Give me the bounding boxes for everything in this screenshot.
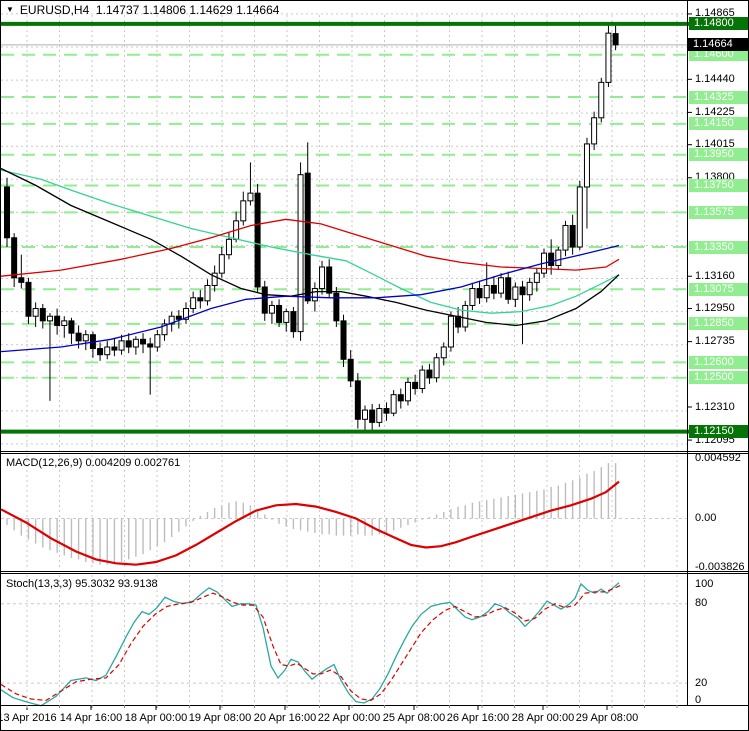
candle-body: [340, 320, 347, 360]
chart-window: ▼ EURUSD,H4 1.14737 1.14806 1.14629 1.146…: [0, 0, 749, 731]
candle-body: [11, 237, 18, 279]
candle-body: [39, 308, 46, 322]
candle-body: [598, 81, 605, 119]
candle-body: [519, 286, 526, 296]
candle-body: [268, 304, 275, 314]
candle-body: [82, 334, 89, 342]
candle-body: [555, 249, 562, 266]
candle-body: [218, 254, 225, 274]
candle-body: [390, 394, 397, 414]
candle-body: [18, 277, 25, 283]
candle-body: [369, 409, 376, 423]
candle-body: [498, 277, 505, 294]
candle-body: [4, 186, 10, 239]
candle-body: [591, 117, 598, 145]
candle-body: [605, 32, 612, 83]
candle-body: [204, 284, 211, 302]
candle-body: [140, 338, 147, 345]
candle-body: [347, 358, 354, 382]
candle-body: [247, 192, 254, 202]
candle-body: [54, 315, 61, 326]
candle-body: [440, 346, 447, 359]
candle-body: [526, 281, 533, 296]
candle-body: [354, 380, 361, 420]
candle-body: [225, 238, 232, 256]
candle-body: [569, 224, 576, 248]
candle-body: [433, 357, 440, 379]
candle-body: [612, 33, 619, 46]
candle-body: [118, 340, 125, 351]
candle-body: [326, 266, 333, 294]
candle-body: [104, 346, 111, 356]
candle-body: [483, 284, 490, 299]
candle-body: [32, 308, 39, 317]
stoch-k-line: [1, 582, 620, 707]
candle-body: [476, 288, 483, 299]
candle-body: [254, 192, 261, 288]
candle-body: [132, 338, 139, 348]
candle-body: [175, 315, 182, 320]
candle-body: [276, 304, 283, 323]
candle-body: [562, 224, 569, 251]
candle-body: [46, 315, 53, 322]
candle-body: [283, 311, 290, 323]
candle-body: [512, 286, 519, 300]
candle-body: [412, 381, 419, 390]
candle-body: [404, 381, 411, 402]
macd-signal-line: [1, 480, 620, 566]
candle-body: [68, 320, 75, 334]
candle-body: [505, 277, 512, 300]
candle-body: [290, 311, 297, 333]
candle-body: [154, 334, 161, 348]
candle-body: [261, 286, 268, 314]
candle-body: [426, 369, 433, 379]
candle-body: [383, 408, 390, 414]
candle-body: [397, 394, 404, 402]
candle-body: [61, 320, 68, 326]
candle-body: [190, 297, 197, 310]
candle-body: [455, 315, 462, 328]
candle-body: [240, 200, 247, 222]
candle-body: [147, 343, 154, 348]
candle-body: [490, 284, 497, 294]
candle-body: [462, 304, 469, 328]
candle-body: [533, 272, 540, 283]
candle-body: [469, 288, 476, 306]
candle-body: [447, 315, 454, 348]
candle-body: [311, 288, 318, 302]
candle-body: [25, 281, 32, 317]
candle-body: [419, 369, 426, 390]
candle-body: [304, 172, 311, 302]
candle-body: [583, 143, 590, 188]
candle-body: [111, 346, 118, 351]
candle-body: [97, 348, 104, 356]
chart-canvas[interactable]: [1, 1, 749, 731]
candle-body: [576, 186, 583, 248]
candle-body: [197, 297, 204, 302]
candle-body: [319, 266, 326, 290]
candle-body: [548, 252, 555, 266]
candle-body: [125, 340, 132, 348]
candle-body: [75, 332, 82, 342]
candle-body: [362, 409, 368, 420]
candle-body: [376, 408, 383, 423]
